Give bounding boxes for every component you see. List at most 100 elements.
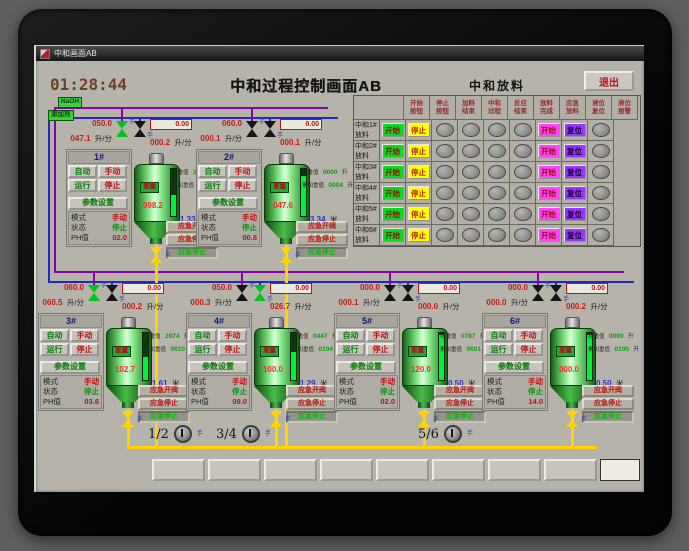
run-button[interactable]: 运行 (40, 343, 69, 356)
run-button[interactable]: 运行 (198, 179, 227, 192)
nav-button-7[interactable] (488, 459, 541, 481)
emergency-open-button[interactable]: 应急开阀 (296, 221, 348, 233)
run-button[interactable]: 运行 (484, 343, 513, 356)
discharge-valve-icon[interactable] (280, 247, 292, 263)
discharge-start-button[interactable]: 开始 (381, 165, 404, 179)
feed-b-valve-icon[interactable] (550, 285, 562, 301)
emergency-discharge-button[interactable]: 开始 (537, 144, 560, 158)
feed-a-valve-icon[interactable] (116, 121, 128, 137)
discharge-stop-button[interactable]: 停止 (407, 228, 430, 242)
emergency-open-button[interactable]: 应急开阀 (434, 385, 486, 397)
level-reset-button[interactable]: 复位 (563, 123, 586, 137)
nav-button-5[interactable] (376, 459, 429, 481)
emergency-stop-button[interactable]: 应急停止 (138, 398, 190, 410)
emergency-open-button[interactable]: 应急开阀 (286, 385, 338, 397)
weigh-label: 称重值 (292, 334, 309, 340)
pump-icon[interactable] (241, 425, 260, 443)
emergency-discharge-button[interactable]: 开始 (537, 207, 560, 221)
nav-button-6[interactable] (432, 459, 485, 481)
nav-button-4[interactable] (320, 459, 373, 481)
feed-a-valve-icon[interactable] (532, 285, 544, 301)
auto-button[interactable]: 自动 (68, 165, 97, 178)
params-button[interactable]: 参数设置 (336, 360, 396, 374)
level-reset-button[interactable]: 复位 (563, 207, 586, 221)
emergency-discharge-button[interactable]: 开始 (537, 186, 560, 200)
discharge-start-button[interactable]: 开始 (381, 186, 404, 200)
params-button[interactable]: 参数设置 (188, 360, 248, 374)
emergency-stop2-button[interactable]: 应急停止 (434, 411, 486, 423)
stop-button[interactable]: 停止 (366, 343, 395, 356)
discharge-start-button[interactable]: 开始 (381, 144, 404, 158)
run-button[interactable]: 运行 (336, 343, 365, 356)
params-button[interactable]: 参数设置 (40, 360, 100, 374)
auto-button[interactable]: 自动 (336, 329, 365, 342)
feed-a-valve-icon[interactable] (88, 285, 100, 301)
run-button[interactable]: 运行 (188, 343, 217, 356)
emergency-stop2-button[interactable]: 应急停止 (296, 247, 348, 259)
pump-icon[interactable] (443, 425, 462, 443)
emergency-stop2-button[interactable]: 应急停止 (286, 411, 338, 423)
emergency-discharge-button[interactable]: 开始 (537, 123, 560, 137)
discharge-done-indicator (513, 207, 532, 221)
nav-button-9[interactable] (600, 459, 640, 481)
emergency-open-button[interactable]: 应急开阀 (138, 385, 190, 397)
discharge-stop-button[interactable]: 停止 (407, 207, 430, 221)
stop-button[interactable]: 停止 (228, 179, 257, 192)
manual-button[interactable]: 手动 (98, 165, 127, 178)
nav-button-3[interactable] (264, 459, 317, 481)
pump-icon[interactable] (173, 425, 192, 443)
nav-button-2[interactable] (208, 459, 261, 481)
auto-button[interactable]: 自动 (198, 165, 227, 178)
level-reset-button[interactable]: 复位 (563, 165, 586, 179)
stop-button[interactable]: 停止 (514, 343, 543, 356)
level-reset-button[interactable]: 复位 (563, 228, 586, 242)
discharge-valve-icon[interactable] (150, 247, 162, 263)
emergency-stop2-button[interactable]: 应急停止 (582, 411, 634, 423)
feed-b-valve-icon[interactable] (134, 121, 146, 137)
feed-a-valve-icon[interactable] (384, 285, 396, 301)
discharge-start-button[interactable]: 开始 (381, 228, 404, 242)
emergency-stop-button[interactable]: 应急停止 (582, 398, 634, 410)
discharge-start-button[interactable]: 开始 (381, 123, 404, 137)
auto-button[interactable]: 自动 (188, 329, 217, 342)
discharge-valve-icon[interactable] (566, 411, 578, 427)
level-reset-button[interactable]: 复位 (563, 186, 586, 200)
discharge-valve-icon[interactable] (122, 411, 134, 427)
discharge-start-button[interactable]: 开始 (381, 207, 404, 221)
feed-a-valve-icon[interactable] (236, 285, 248, 301)
feed-b-valve-icon[interactable] (254, 285, 266, 301)
manual-button[interactable]: 手动 (366, 329, 395, 342)
feed-b-valve-icon[interactable] (264, 121, 276, 137)
manual-button[interactable]: 手动 (228, 165, 257, 178)
discharge-stop-button[interactable]: 停止 (407, 165, 430, 179)
emergency-stop-button[interactable]: 应急停止 (434, 398, 486, 410)
emergency-stop-button[interactable]: 应急停止 (296, 234, 348, 246)
discharge-valve-icon[interactable] (270, 411, 282, 427)
stop-button[interactable]: 停止 (70, 343, 99, 356)
feed-a-valve-icon[interactable] (246, 121, 258, 137)
nav-button-1[interactable] (152, 459, 205, 481)
level-reset-button[interactable]: 复位 (563, 144, 586, 158)
auto-button[interactable]: 自动 (484, 329, 513, 342)
discharge-stop-button[interactable]: 停止 (407, 144, 430, 158)
params-button[interactable]: 参数设置 (68, 196, 128, 210)
feed-b-valve-icon[interactable] (402, 285, 414, 301)
emergency-discharge-button[interactable]: 开始 (537, 165, 560, 179)
auto-button[interactable]: 自动 (40, 329, 69, 342)
run-button[interactable]: 运行 (68, 179, 97, 192)
emergency-stop-button[interactable]: 应急停止 (286, 398, 338, 410)
stop-button[interactable]: 停止 (218, 343, 247, 356)
discharge-stop-button[interactable]: 停止 (407, 123, 430, 137)
manual-button[interactable]: 手动 (514, 329, 543, 342)
emergency-discharge-button[interactable]: 开始 (537, 228, 560, 242)
feed-b-valve-icon[interactable] (106, 285, 118, 301)
stop-button[interactable]: 停止 (98, 179, 127, 192)
discharge-stop-button[interactable]: 停止 (407, 186, 430, 200)
emergency-open-button[interactable]: 应急开阀 (582, 385, 634, 397)
params-button[interactable]: 参数设置 (198, 196, 258, 210)
manual-button[interactable]: 手动 (218, 329, 247, 342)
nav-button-8[interactable] (544, 459, 597, 481)
params-button[interactable]: 参数设置 (484, 360, 544, 374)
emergency-stop2-button[interactable]: 应急停止 (138, 411, 190, 423)
manual-button[interactable]: 手动 (70, 329, 99, 342)
